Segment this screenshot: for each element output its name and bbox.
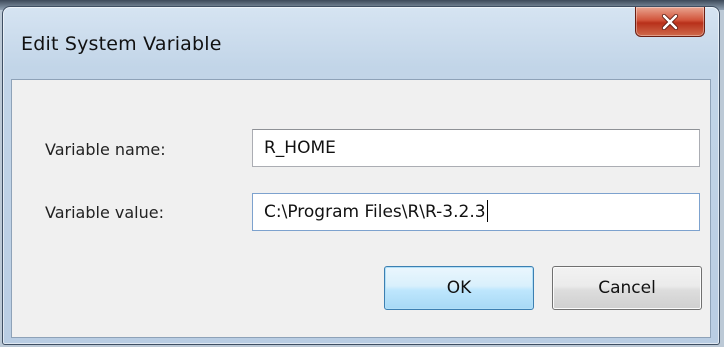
- ok-button[interactable]: OK: [384, 266, 534, 310]
- dialog-body: Variable name: R_HOME Variable value: C:…: [11, 79, 711, 338]
- variable-name-input[interactable]: R_HOME: [252, 129, 700, 167]
- variable-value-label: Variable value:: [45, 203, 164, 222]
- cancel-button-label: Cancel: [598, 278, 656, 298]
- variable-value-input[interactable]: C:\Program Files\R\R-3.2.3: [252, 193, 700, 231]
- close-button[interactable]: [635, 7, 705, 37]
- close-icon: [661, 13, 679, 30]
- title-bar[interactable]: Edit System Variable: [3, 7, 719, 79]
- variable-name-label: Variable name:: [45, 140, 166, 159]
- variable-name-text: R_HOME: [264, 138, 336, 158]
- text-caret: [486, 200, 488, 222]
- variable-value-text: C:\Program Files\R\R-3.2.3: [264, 202, 486, 222]
- edit-system-variable-dialog: Edit System Variable Variable name: R_HO…: [2, 6, 720, 345]
- cancel-button[interactable]: Cancel: [552, 266, 702, 310]
- ok-button-label: OK: [446, 278, 472, 298]
- dialog-title: Edit System Variable: [21, 33, 222, 55]
